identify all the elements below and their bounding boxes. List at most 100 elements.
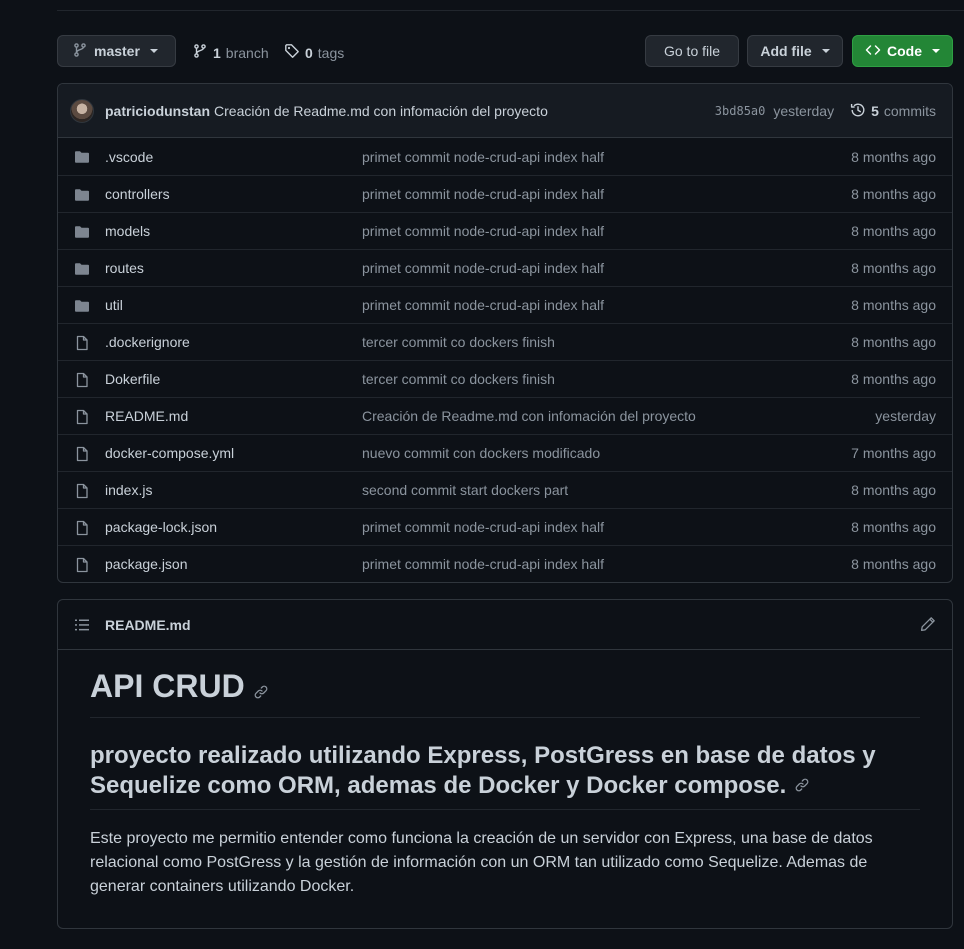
file-row[interactable]: util primet commit node-crud-api index ha… — [58, 286, 952, 323]
chevron-down-icon — [932, 49, 940, 53]
file-browser: patriciodunstan Creación de Readme.md co… — [57, 83, 953, 583]
file-icon — [74, 409, 90, 425]
file-name-link[interactable]: docker-compose.yml — [105, 445, 234, 461]
file-row[interactable]: .dockerignore tercer commit co dockers fi… — [58, 323, 952, 360]
readme-heading-2: proyecto realizado utilizando Express, P… — [90, 741, 920, 811]
file-commit-age: 8 months ago — [851, 148, 936, 165]
branches-link[interactable]: 1 branch — [192, 43, 269, 62]
file-commit-message-link[interactable]: primet commit node-crud-api index half — [362, 223, 604, 239]
file-commit-age: 8 months ago — [851, 371, 936, 387]
readme-heading-1: API CRUD — [90, 668, 920, 718]
file-commit-message-link[interactable]: second commit start dockers part — [362, 482, 568, 498]
readme-header: README.md — [58, 600, 952, 650]
file-row[interactable]: Dokerfile tercer commit co dockers finish… — [58, 360, 952, 397]
pencil-icon[interactable] — [920, 616, 936, 635]
readme-filename-link[interactable]: README.md — [105, 617, 191, 633]
file-row[interactable]: package-lock.json primet commit node-crud… — [58, 508, 952, 545]
avatar[interactable] — [70, 98, 94, 123]
add-file-button[interactable]: Add file — [747, 35, 843, 67]
file-name-link[interactable]: Dokerfile — [105, 371, 160, 387]
branches-count: 1 — [213, 44, 221, 61]
file-row[interactable]: .vscode primet commit node-crud-api index… — [58, 138, 952, 175]
file-commit-message-link[interactable]: nuevo commit con dockers modificado — [362, 445, 600, 461]
commit-message-link[interactable]: Creación de Readme.md con infomación del… — [214, 103, 548, 119]
commit-time: yesterday — [773, 103, 835, 119]
commits-count: 5 — [871, 103, 879, 119]
file-name-link[interactable]: routes — [105, 260, 144, 276]
file-name-link[interactable]: index.js — [105, 482, 152, 498]
file-commit-age: 8 months ago — [851, 223, 936, 239]
go-to-file-label: Go to file — [663, 43, 721, 59]
code-button[interactable]: Code — [852, 35, 953, 67]
file-row[interactable]: models primet commit node-crud-api index … — [58, 212, 952, 249]
outline-list-icon[interactable] — [74, 617, 90, 636]
latest-commit-bar: patriciodunstan Creación de Readme.md co… — [58, 84, 952, 138]
file-commit-message-link[interactable]: Creación de Readme.md con infomación del… — [362, 408, 696, 424]
file-name-link[interactable]: .vscode — [105, 149, 153, 165]
file-name-link[interactable]: util — [105, 297, 123, 313]
file-row[interactable]: package.json primet commit node-crud-api … — [58, 545, 952, 582]
tags-link[interactable]: 0 tags — [284, 43, 344, 62]
branch-select-button[interactable]: master — [57, 35, 176, 67]
chevron-down-icon — [821, 49, 830, 53]
file-commit-message-link[interactable]: tercer commit co dockers finish — [362, 371, 555, 387]
file-icon — [74, 446, 90, 462]
file-icon — [74, 520, 90, 536]
link-icon[interactable] — [253, 671, 269, 707]
file-list: .vscode primet commit node-crud-api index… — [58, 138, 952, 582]
readme-paragraph: Este proyecto me permitio entender como … — [90, 830, 873, 896]
file-icon — [74, 335, 90, 351]
commits-label: commits — [883, 103, 936, 119]
go-to-file-button[interactable]: Go to file — [645, 35, 739, 67]
file-row[interactable]: routes primet commit node-crud-api index … — [58, 249, 952, 286]
file-name-link[interactable]: package.json — [105, 556, 188, 572]
file-name-link[interactable]: README.md — [105, 408, 188, 424]
file-commit-age: 8 months ago — [851, 297, 936, 313]
file-commit-age: 8 months ago — [851, 260, 936, 276]
file-commit-message-link[interactable]: primet commit node-crud-api index half — [362, 186, 604, 202]
git-branch-icon — [72, 42, 88, 61]
file-commit-message-link[interactable]: primet commit node-crud-api index half — [362, 149, 604, 165]
commit-author-link[interactable]: patriciodunstan — [105, 103, 210, 119]
folder-icon — [74, 298, 90, 314]
code-label: Code — [887, 43, 922, 59]
file-commit-message-link[interactable]: primet commit node-crud-api index half — [362, 297, 604, 313]
file-commit-message-link[interactable]: primet commit node-crud-api index half — [362, 556, 604, 572]
commit-meta: 3bd85a0 yesterday 5 commits — [715, 84, 936, 138]
add-file-label: Add file — [760, 43, 812, 59]
file-row[interactable]: README.md Creación de Readme.md con infom… — [58, 397, 952, 434]
readme-h2-text: proyecto realizado utilizando Express, P… — [90, 741, 876, 799]
history-icon — [850, 102, 866, 121]
commit-sha-link[interactable]: 3bd85a0 — [715, 104, 766, 118]
branches-label: branch — [225, 44, 269, 61]
commits-history-link[interactable]: 5 commits — [850, 102, 936, 121]
file-commit-age: 8 months ago — [851, 334, 936, 350]
file-row[interactable]: docker-compose.yml nuevo commit con docke… — [58, 434, 952, 471]
link-icon[interactable] — [794, 771, 810, 801]
tag-icon — [284, 43, 300, 62]
file-icon — [74, 557, 90, 573]
file-commit-message-link[interactable]: primet commit node-crud-api index half — [362, 260, 604, 276]
file-commit-age: yesterday — [875, 408, 936, 424]
file-commit-age: 8 months ago — [851, 482, 936, 498]
file-name-link[interactable]: models — [105, 223, 150, 239]
file-name-link[interactable]: controllers — [105, 186, 170, 202]
folder-icon — [74, 187, 90, 203]
file-commit-message-link[interactable]: tercer commit co dockers finish — [362, 334, 555, 350]
file-icon — [74, 483, 90, 499]
repo-toolbar: master 1 branch 0 tags Go to file Add fi… — [57, 35, 953, 67]
file-commit-message-link[interactable]: primet commit node-crud-api index half — [362, 519, 604, 535]
file-name-link[interactable]: .dockerignore — [105, 334, 190, 350]
file-icon — [74, 372, 90, 388]
top-divider — [57, 10, 964, 11]
git-branch-icon — [192, 43, 208, 62]
file-row[interactable]: index.js second commit start dockers part… — [58, 471, 952, 508]
folder-icon — [74, 149, 90, 165]
tags-count: 0 — [305, 44, 313, 61]
file-name-link[interactable]: package-lock.json — [105, 519, 217, 535]
readme-content: API CRUD proyecto realizado utilizando E… — [90, 668, 920, 899]
readme-h1-text: API CRUD — [90, 668, 245, 704]
readme-panel: README.md API CRUD proyecto realizado ut… — [57, 599, 953, 929]
file-row[interactable]: controllers primet commit node-crud-api i… — [58, 175, 952, 212]
file-commit-age: 8 months ago — [851, 519, 936, 535]
